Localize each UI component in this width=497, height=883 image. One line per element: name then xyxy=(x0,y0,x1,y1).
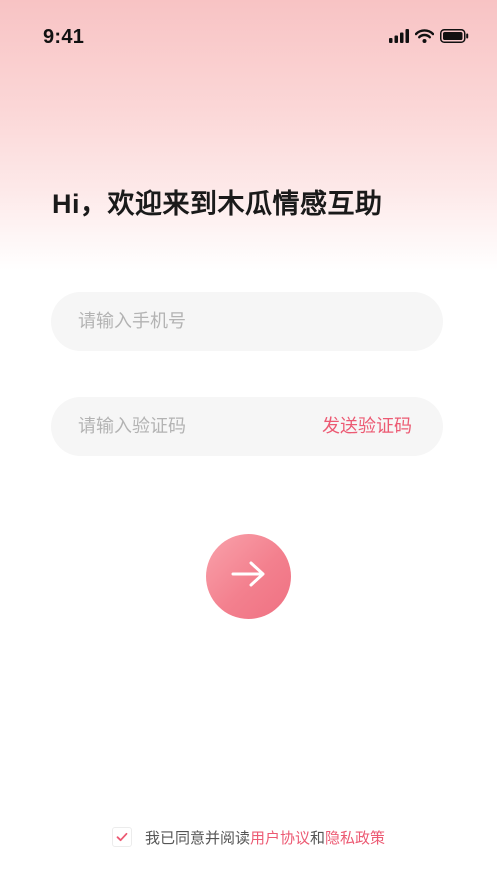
check-icon xyxy=(116,829,128,846)
send-code-button[interactable]: 发送验证码 xyxy=(322,397,412,456)
phone-input[interactable] xyxy=(78,292,318,351)
verification-code-field[interactable]: 发送验证码 xyxy=(51,397,443,456)
status-bar: 9:41 xyxy=(0,0,497,74)
welcome-title: Hi，欢迎来到木瓜情感互助 xyxy=(52,189,383,219)
privacy-policy-link[interactable]: 隐私政策 xyxy=(325,827,385,848)
agreement-prefix: 我已同意并阅读 xyxy=(144,829,250,847)
login-screen: 9:41 Hi，欢迎来到木瓜情感互助 请输入手机号 请输入验证码 发送验证码 我… xyxy=(0,0,497,883)
status-time: 9:41 xyxy=(43,26,85,48)
submit-button[interactable] xyxy=(206,534,291,619)
verification-code-input[interactable] xyxy=(78,397,318,456)
agreement-row: 我已同意并阅读 用户协议和隐私政策 xyxy=(0,824,497,850)
status-icons xyxy=(389,27,469,45)
battery-icon xyxy=(440,29,469,43)
agreement-checkbox[interactable] xyxy=(111,827,132,847)
user-agreement-link[interactable]: 用户协议 xyxy=(250,827,310,848)
arrow-right-icon xyxy=(230,559,268,594)
cellular-signal-icon xyxy=(389,29,409,43)
agreement-conjunction: 和 xyxy=(310,829,326,847)
phone-field[interactable] xyxy=(51,292,443,351)
wifi-icon xyxy=(415,29,434,43)
